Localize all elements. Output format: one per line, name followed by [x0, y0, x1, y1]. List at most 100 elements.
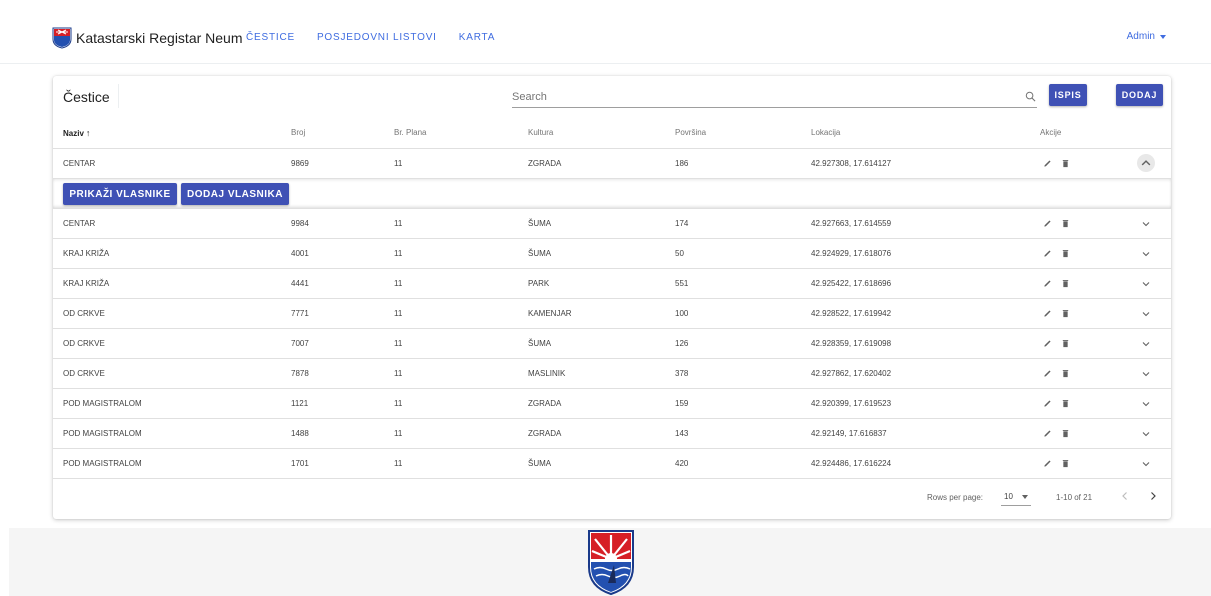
cell-br-plana: 11 [394, 219, 403, 228]
column-header-povrsina[interactable]: Površina [675, 128, 706, 137]
caret-down-icon [1160, 34, 1166, 39]
brand[interactable]: Katastarski Registar Neum [52, 27, 243, 49]
cell-lokacija: 42.928359, 17.619098 [811, 339, 892, 348]
cell-naziv: OD CRKVE [63, 339, 105, 348]
table-row[interactable]: CENTAR 9869 11 ZGRADA 186 42.927308, 17.61412… [53, 148, 1171, 178]
dodaj-vlasnika-button[interactable]: DODAJ VLASNIKA [181, 183, 289, 205]
cell-povrsina: 551 [675, 279, 689, 288]
delete-icon[interactable] [1061, 459, 1070, 468]
edit-icon[interactable] [1043, 219, 1052, 228]
cell-naziv: KRAJ KRIŽA [63, 249, 110, 258]
cell-naziv: CENTAR [63, 159, 96, 168]
cell-broj: 4001 [291, 249, 309, 258]
delete-icon[interactable] [1061, 399, 1070, 408]
ispis-button[interactable]: ISPIS [1049, 84, 1087, 106]
chevron-down-icon[interactable] [1139, 247, 1153, 261]
table-row[interactable]: OD CRKVE 7007 11 ŠUMA 126 42.928359, 17.61909… [53, 328, 1171, 358]
delete-icon[interactable] [1061, 309, 1070, 318]
table-row[interactable]: POD MAGISTRALOM 1701 11 ŠUMA 420 42.924486, 1… [53, 448, 1171, 478]
chevron-up-icon[interactable] [1137, 154, 1155, 172]
chevron-left-icon[interactable] [1119, 490, 1131, 502]
table-header: Naziv ↑ Broj Br. Plana Kultura Površina L… [53, 118, 1171, 148]
card-title: Čestice [63, 89, 110, 105]
edit-icon[interactable] [1043, 399, 1052, 408]
chevron-down-icon[interactable] [1139, 277, 1153, 291]
delete-icon[interactable] [1061, 159, 1070, 168]
app-title: Katastarski Registar Neum [76, 30, 243, 46]
column-header-naziv[interactable]: Naziv ↑ [63, 128, 90, 138]
neum-crest-icon [588, 530, 634, 596]
table-row[interactable]: OD CRKVE 7771 11 KAMENJAR 100 42.928522, 17.6… [53, 298, 1171, 328]
chevron-down-icon[interactable] [1139, 337, 1153, 351]
cell-naziv: POD MAGISTRALOM [63, 459, 142, 468]
cell-kultura: KAMENJAR [528, 309, 572, 318]
column-header-broj[interactable]: Broj [291, 128, 305, 137]
table-row[interactable]: KRAJ KRIŽA 4441 11 PARK 551 42.925422, 17.618… [53, 268, 1171, 298]
column-header-br-plana[interactable]: Br. Plana [394, 128, 426, 137]
cestice-table: Naziv ↑ Broj Br. Plana Kultura Površina L… [53, 118, 1171, 515]
chevron-down-icon[interactable] [1139, 457, 1153, 471]
chevron-down-icon[interactable] [1139, 307, 1153, 321]
rows-per-page-select[interactable]: 10 [1001, 489, 1031, 506]
delete-icon[interactable] [1061, 249, 1070, 258]
nav-posjedovni-listovi[interactable]: POSJEDOVNI LISTOVI [317, 32, 437, 43]
search-icon[interactable] [1025, 91, 1036, 102]
nav-cestice[interactable]: ČESTICE [246, 32, 295, 43]
edit-icon[interactable] [1043, 159, 1052, 168]
edit-icon[interactable] [1043, 309, 1052, 318]
chevron-right-icon[interactable] [1147, 490, 1159, 502]
column-header-naziv-label: Naziv [63, 129, 84, 138]
row-detail-panel: PRIKAŽI VLASNIKE DODAJ VLASNIKA [53, 178, 1171, 208]
cell-povrsina: 186 [675, 159, 689, 168]
table-row[interactable]: KRAJ KRIŽA 4001 11 ŠUMA 50 42.924929, 17.6180… [53, 238, 1171, 268]
delete-icon[interactable] [1061, 339, 1070, 348]
delete-icon[interactable] [1061, 279, 1070, 288]
edit-icon[interactable] [1043, 369, 1052, 378]
cell-povrsina: 50 [675, 249, 684, 258]
table-body: CENTAR 9869 11 ZGRADA 186 42.927308, 17.61412… [53, 148, 1171, 478]
nav-karta[interactable]: KARTA [459, 32, 495, 43]
cell-kultura: ŠUMA [528, 339, 552, 348]
dodaj-button[interactable]: DODAJ [1116, 84, 1163, 106]
table-row[interactable]: POD MAGISTRALOM 1121 11 ZGRADA 159 42.920399,… [53, 388, 1171, 418]
table-row[interactable]: POD MAGISTRALOM 1488 11 ZGRADA 143 42.92149, … [53, 418, 1171, 448]
cell-povrsina: 420 [675, 459, 689, 468]
title-divider [118, 84, 119, 108]
cell-povrsina: 159 [675, 399, 689, 408]
rows-per-page-label: Rows per page: [927, 493, 984, 502]
cell-br-plana: 11 [394, 159, 403, 168]
table-row[interactable]: OD CRKVE 7878 11 MASLINIK 378 42.927862, 17.6… [53, 358, 1171, 388]
delete-icon[interactable] [1061, 219, 1070, 228]
cell-kultura: ZGRADA [528, 399, 562, 408]
prikazi-vlasnike-button[interactable]: PRIKAŽI VLASNIKE [63, 183, 177, 205]
search-input[interactable] [512, 86, 1037, 108]
cell-br-plana: 11 [394, 339, 403, 348]
edit-icon[interactable] [1043, 279, 1052, 288]
cell-naziv: POD MAGISTRALOM [63, 429, 142, 438]
chevron-down-icon[interactable] [1139, 427, 1153, 441]
cell-povrsina: 100 [675, 309, 689, 318]
edit-icon[interactable] [1043, 429, 1052, 438]
column-header-kultura[interactable]: Kultura [528, 128, 553, 137]
column-header-lokacija[interactable]: Lokacija [811, 128, 840, 137]
cell-naziv: OD CRKVE [63, 309, 105, 318]
delete-icon[interactable] [1061, 429, 1070, 438]
cell-povrsina: 378 [675, 369, 689, 378]
cell-broj: 9869 [291, 159, 309, 168]
chevron-down-icon[interactable] [1139, 397, 1153, 411]
cell-kultura: MASLINIK [528, 369, 566, 378]
chevron-down-icon[interactable] [1139, 217, 1153, 231]
top-app-bar: Katastarski Registar Neum ČESTICE POSJED… [0, 0, 1211, 64]
cell-lokacija: 42.924486, 17.616224 [811, 459, 892, 468]
cell-kultura: ŠUMA [528, 459, 552, 468]
edit-icon[interactable] [1043, 339, 1052, 348]
delete-icon[interactable] [1061, 369, 1070, 378]
chevron-down-icon[interactable] [1139, 367, 1153, 381]
table-row[interactable]: CENTAR 9984 11 ŠUMA 174 42.927663, 17.614559 [53, 208, 1171, 238]
cell-kultura: ZGRADA [528, 429, 562, 438]
cell-lokacija: 42.927663, 17.614559 [811, 219, 892, 228]
edit-icon[interactable] [1043, 249, 1052, 258]
cell-br-plana: 11 [394, 399, 403, 408]
edit-icon[interactable] [1043, 459, 1052, 468]
user-menu[interactable]: Admin [1127, 31, 1166, 42]
